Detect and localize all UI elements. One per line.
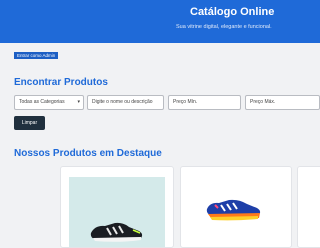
product-card[interactable] xyxy=(297,166,320,248)
search-input[interactable]: Digite o nome ou descrição xyxy=(87,95,164,110)
max-price-input[interactable]: Preço Máx. xyxy=(245,95,320,110)
products-title: Nossos Produtos em Destaque xyxy=(14,148,162,159)
site-tagline: Sua vitrine digital, elegante e funciona… xyxy=(176,24,272,30)
product-card[interactable] xyxy=(60,166,174,248)
chevron-down-icon: ▾ xyxy=(77,99,80,105)
filters-title: Encontrar Produtos xyxy=(14,77,108,88)
running-shoe-black-icon xyxy=(90,222,143,242)
clear-filters-button[interactable]: Limpar xyxy=(14,116,45,130)
admin-login-link[interactable]: Entrar como Admin xyxy=(14,52,59,59)
running-shoe-blue-icon xyxy=(206,199,261,221)
site-title: Catálogo Online xyxy=(190,6,275,18)
site-header: Catálogo Online Sua vitrine digital, ele… xyxy=(0,0,320,43)
category-select-value: Todas as Categorias xyxy=(19,99,65,105)
min-price-input[interactable]: Preço Mín. xyxy=(168,95,241,110)
product-card[interactable] xyxy=(180,166,292,248)
category-select[interactable]: Todas as Categorias ▾ xyxy=(14,95,84,110)
